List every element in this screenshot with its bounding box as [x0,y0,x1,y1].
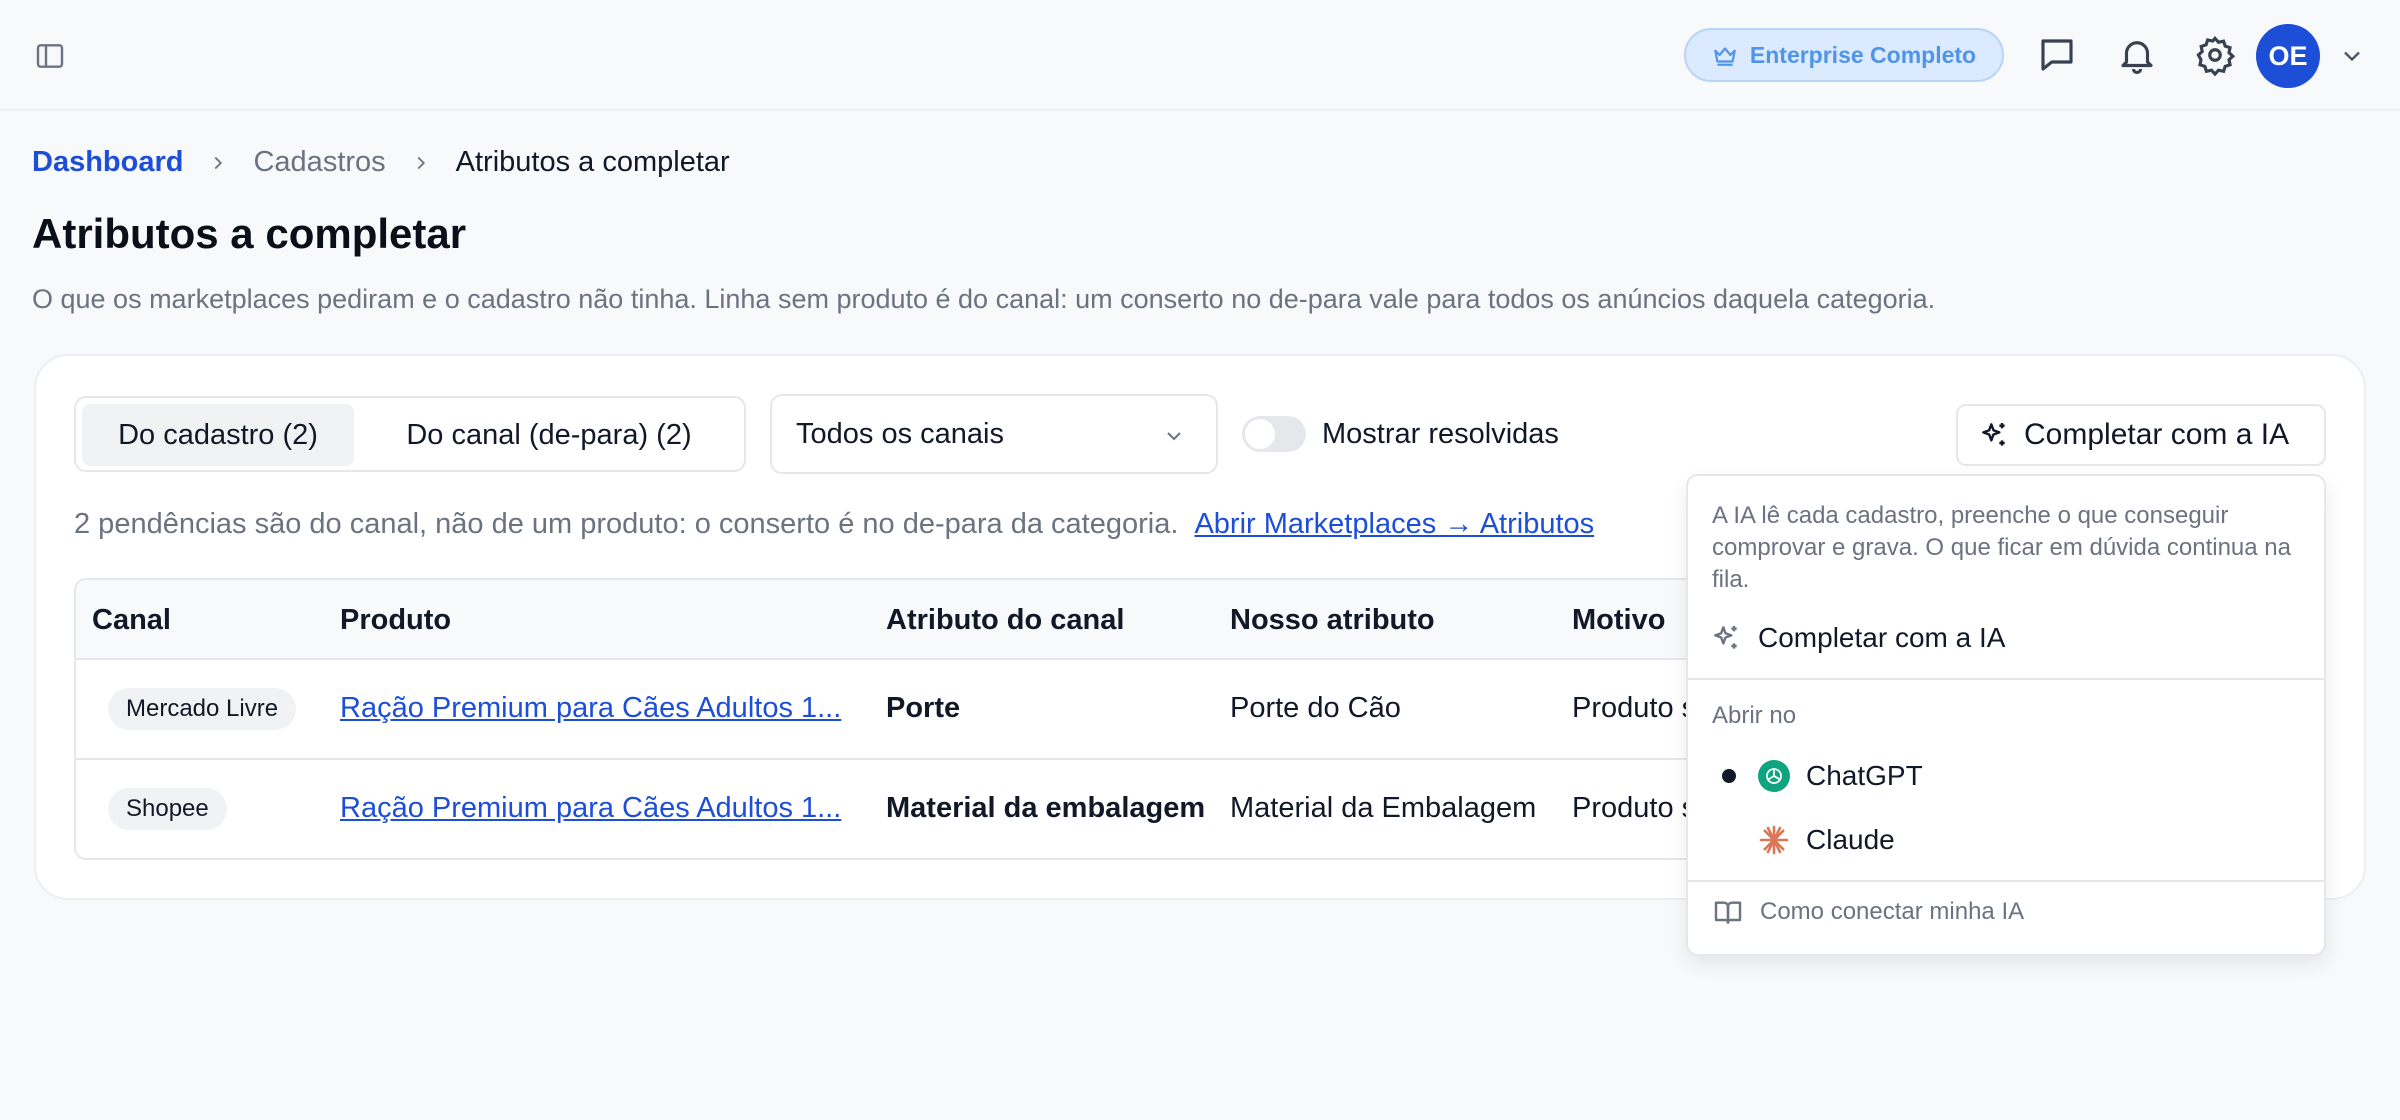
complete-with-ai-button[interactable]: Completar com a IA [1956,404,2326,466]
provider-chatgpt-label: ChatGPT [1806,760,1923,791]
divider [1688,880,2324,882]
open-in-label: Abrir no [1712,702,1797,729]
avatar[interactable]: OE [2256,24,2320,88]
channel-notice: 2 pendências são do canal, não de um pro… [74,508,1594,541]
page-subtitle: O que os marketplaces pediram e o cadast… [32,284,1936,314]
ai-menu-complete-label: Completar com a IA [1758,622,2006,653]
tab-do-canal[interactable]: Do canal (de-para) (2) [358,404,740,466]
provider-claude-label: Claude [1806,824,1895,855]
ai-menu: A IA lê cada cadastro, preenche o que co… [1686,474,2326,956]
selected-dot [1722,769,1736,783]
show-resolved-label: Mostrar resolvidas [1322,418,1559,450]
channel-select-value: Todos os canais [796,417,1004,450]
gear-icon[interactable] [2194,34,2236,76]
chevron-down-icon[interactable] [2338,42,2366,70]
ai-menu-complete[interactable]: Completar com a IA [1688,608,2324,668]
chatgpt-icon [1758,760,1790,792]
product-link[interactable]: Ração Premium para Cães Adultos 1... [340,792,841,825]
channel-badge: Mercado Livre [108,688,297,730]
chevron-down-icon [1162,424,1186,448]
complete-with-ai-label: Completar com a IA [2024,418,2290,451]
provider-chatgpt[interactable]: ChatGPT [1688,746,2324,806]
top-bar: Enterprise Completo OE [0,0,2400,111]
our-attribute: Porte do Cão [1230,692,1401,724]
channel-badge: Shopee [108,788,227,830]
column-header-motivo: Motivo [1572,604,1666,636]
channel-attribute: Porte [886,692,961,724]
chevron-right-icon [410,152,432,174]
plan-badge-label: Enterprise Completo [1749,41,1977,68]
provider-claude[interactable]: Claude [1688,810,2324,870]
reason: Produto s [1572,792,1697,824]
breadcrumb-cadastros[interactable]: Cadastros [253,146,385,179]
connect-ai-label: Como conectar minha IA [1760,898,2025,925]
column-header-nosso-atributo: Nosso atributo [1230,604,1435,636]
avatar-initials: OE [2268,40,2308,71]
bell-icon[interactable] [2116,34,2158,76]
connect-ai-link[interactable]: Como conectar minha IA [1712,896,2024,928]
sparkles-icon [1978,419,2010,451]
column-header-atributo-canal: Atributo do canal [886,604,1125,636]
book-icon [1712,896,1744,928]
ai-menu-description: A IA lê cada cadastro, preenche o que co… [1712,502,2291,593]
divider [1688,678,2324,680]
chevron-right-icon [207,152,229,174]
page-title: Atributos a completar [32,210,467,257]
our-attribute: Material da Embalagem [1230,792,1537,824]
column-header-produto: Produto [340,604,452,636]
channel-attribute: Material da embalagem [886,792,1206,824]
reason: Produto s [1572,692,1697,724]
marketplaces-attributes-link[interactable]: Abrir Marketplaces → Atributos [1194,508,1594,540]
sidebar-toggle-icon[interactable] [34,40,66,72]
breadcrumb-current: Atributos a completar [455,146,730,178]
toggle-knob [1245,419,1275,449]
breadcrumb: Dashboard Cadastros Atributos a completa… [32,146,730,179]
chat-icon[interactable] [2036,34,2078,76]
sparkles-icon [1710,622,1742,654]
source-tabs: Do cadastro (2) Do canal (de-para) (2) [74,396,746,472]
channel-select[interactable]: Todos os canais [770,394,1218,474]
tab-do-cadastro[interactable]: Do cadastro (2) [82,404,354,466]
column-header-canal: Canal [92,604,171,636]
breadcrumb-dashboard[interactable]: Dashboard [32,146,183,179]
show-resolved-toggle[interactable] [1242,416,1306,452]
product-link[interactable]: Ração Premium para Cães Adultos 1... [340,692,841,725]
claude-icon [1758,824,1790,856]
plan-badge[interactable]: Enterprise Completo [1684,28,2004,82]
notice-text: 2 pendências são do canal, não de um pro… [74,508,1179,540]
crown-icon [1712,42,1738,68]
